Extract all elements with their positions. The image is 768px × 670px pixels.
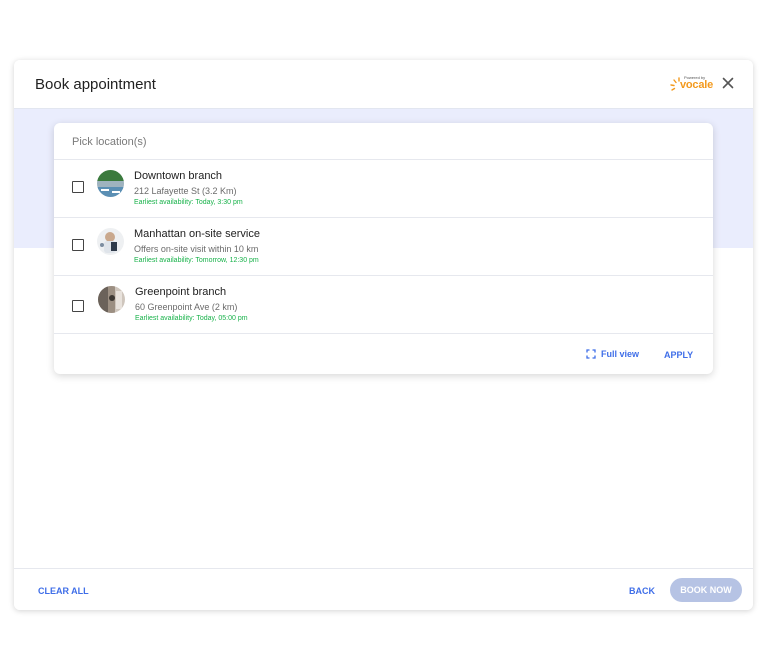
modal-header: Book appointment Powered by vocale [14, 60, 753, 109]
location-name: Manhattan on-site service [134, 228, 260, 240]
brand-name: vocale [680, 79, 714, 91]
clear-all-button[interactable]: CLEAR ALL [38, 586, 89, 596]
location-thumbnail [97, 170, 124, 197]
location-address: 60 Greenpoint Ave (2 km) [135, 302, 238, 312]
location-availability: Earliest availability: Today, 05:00 pm [135, 315, 248, 322]
location-availability: Earliest availability: Tomorrow, 12:30 p… [134, 257, 259, 264]
close-button[interactable] [719, 74, 737, 92]
location-item-downtown[interactable]: Downtown branch 212 Lafayette St (3.2 Km… [54, 159, 713, 218]
book-appointment-modal: Book appointment Powered by vocale Pick … [14, 60, 753, 610]
back-button[interactable]: BACK [629, 586, 655, 596]
modal-footer: CLEAR ALL BACK BOOK NOW [14, 568, 753, 610]
location-address: Offers on-site visit within 10 km [134, 244, 259, 254]
location-address: 212 Lafayette St (3.2 Km) [134, 186, 237, 196]
location-name: Greenpoint branch [135, 286, 227, 298]
expand-icon [586, 349, 596, 359]
location-name: Downtown branch [134, 170, 223, 182]
full-view-label: Full view [601, 349, 640, 359]
location-item-manhattan[interactable]: Manhattan on-site service Offers on-site… [54, 217, 713, 276]
location-checkbox[interactable] [72, 239, 84, 251]
book-now-button[interactable]: BOOK NOW [670, 578, 742, 602]
location-picker: Pick location(s) Downtown branch 212 Laf… [54, 123, 713, 374]
location-thumbnail [98, 286, 125, 313]
picker-label: Pick location(s) [72, 136, 147, 148]
location-availability: Earliest availability: Today, 3:30 pm [134, 199, 243, 206]
location-thumbnail [97, 228, 124, 255]
full-view-button[interactable]: Full view [586, 349, 639, 359]
modal-title: Book appointment [35, 76, 156, 93]
location-item-greenpoint[interactable]: Greenpoint branch 60 Greenpoint Ave (2 k… [54, 275, 713, 334]
vocale-logo: Powered by vocale [670, 75, 714, 93]
location-checkbox[interactable] [72, 300, 84, 312]
apply-button[interactable]: APPLY [664, 350, 693, 360]
close-icon [722, 77, 734, 89]
picker-footer: Full view APPLY [54, 333, 713, 374]
location-checkbox[interactable] [72, 181, 84, 193]
